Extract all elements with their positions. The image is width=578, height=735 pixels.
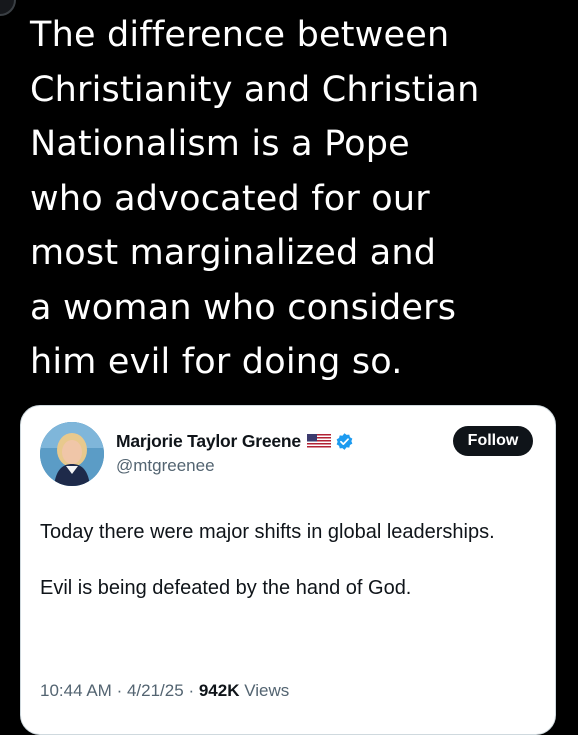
author-display-name[interactable]: Marjorie Taylor Greene xyxy=(116,431,301,452)
avatar[interactable] xyxy=(40,422,104,486)
tweet-paragraph-2: Evil is being defeated by the hand of Go… xyxy=(40,577,412,599)
poster-avatar[interactable] xyxy=(0,0,16,16)
meta-separator: · xyxy=(188,681,195,700)
quoted-tweet-card[interactable]: Marjorie Taylor Greene @mtgreenee Follow… xyxy=(20,405,556,735)
views-count[interactable]: 942K xyxy=(199,681,240,700)
verified-badge-icon xyxy=(335,432,354,451)
tweet-date[interactable]: 4/21/25 xyxy=(127,681,184,700)
avatar-photo-icon xyxy=(40,422,104,486)
tweet-paragraph-1: Today there were major shifts in global … xyxy=(40,521,495,543)
views-label: Views xyxy=(244,681,290,700)
post-text: The difference between Christianity and … xyxy=(30,15,480,382)
tweet-time[interactable]: 10:44 AM xyxy=(40,681,112,700)
us-flag-icon xyxy=(306,433,331,449)
meta-separator: · xyxy=(116,681,123,700)
author-handle[interactable]: @mtgreenee xyxy=(116,456,215,476)
tweet-body: Today there were major shifts in global … xyxy=(40,518,530,602)
tweet-meta: 10:44 AM · 4/21/25 · 942K Views xyxy=(40,681,289,701)
follow-button[interactable]: Follow xyxy=(453,426,533,456)
author-name-row[interactable]: Marjorie Taylor Greene xyxy=(116,429,354,453)
